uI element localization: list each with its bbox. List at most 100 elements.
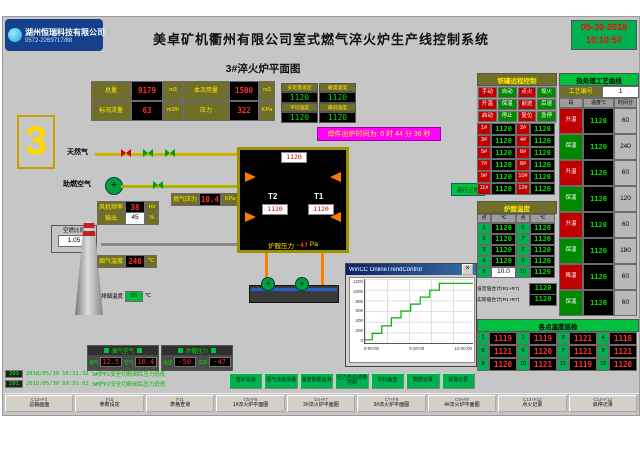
remote-control-button[interactable]: 启动 (478, 111, 497, 122)
burner-flame-icon (330, 172, 341, 182)
actual-total-value: 1120 (529, 294, 557, 306)
temp-patrol-cell: 6 (517, 345, 529, 358)
workpiece-out-time-banner: 焊件出炉时间为: 0 时 44 分 36 秒 (317, 127, 441, 141)
temp-patrol-title: 各点温度巡检 (477, 319, 639, 332)
air-pipe (121, 185, 237, 188)
remote-control-button[interactable]: 点火 (518, 87, 537, 98)
nav-button[interactable]: 温度数据监测 (300, 373, 333, 389)
burner-temp-cell: 1120 (530, 147, 555, 159)
remote-control-button[interactable]: 后退 (537, 99, 556, 110)
hmi-main-screen: 湖州恒瑞科技有限公司 0572-2269717/88 美卓矿机衢州有限公司室式燃… (2, 16, 640, 416)
alarm-date: 2018/05/30 (26, 381, 59, 387)
nav-button[interactable]: 报警记录 (442, 373, 475, 389)
toolbar-button[interactable]: C8+F9 4#淬火炉平面图 (428, 395, 496, 412)
toolbar-button[interactable]: C5+F6 1#淬火炉平面图 (216, 395, 284, 412)
gas-valve-icon[interactable] (143, 149, 153, 157)
nav-button[interactable]: 烟气浓度测量 (264, 373, 297, 389)
indicator-dot-icon (178, 348, 183, 353)
zone-temp-cell: 10 (516, 267, 530, 278)
nav-button[interactable]: 压力自动测量控制 (335, 373, 368, 389)
process-table-cell: 120 (614, 186, 637, 212)
fan-output-unit: % (145, 212, 159, 225)
natural-gas-label: 天然气 (67, 147, 88, 157)
process-head-cell: 段 (559, 98, 583, 108)
alarm-row[interactable]: 203 2018/05/30 10:31:32 3#炉P2安全切断阀后压力低低 (5, 369, 229, 378)
fan-output-input[interactable]: 45 (125, 212, 145, 225)
process-table-cell: 1120 (583, 290, 614, 316)
toolbar-button[interactable]: C13+F12 点火记录 (498, 395, 566, 412)
toolbar-button[interactable]: F11 表格查询 (146, 395, 214, 412)
zone-temp-cell: 9 (516, 256, 530, 267)
remote-control-button[interactable]: 复位 (518, 111, 537, 122)
temp-patrol-cell: 1119 (569, 358, 597, 371)
process-table-cell: 保温 (559, 134, 583, 160)
zone-temp-panel: 炉膛温度 点℃点℃ 111206112021120711203112081120… (477, 201, 557, 278)
remote-control-button[interactable]: 前进 (518, 99, 537, 110)
temp-patrol-cell: 1119 (529, 332, 557, 345)
zone-temp-cell: 1120 (530, 267, 555, 278)
zone-temp-cell: 3 (477, 245, 491, 256)
remote-control-button[interactable]: 急停 (537, 111, 556, 122)
toolbar-button[interactable]: C7+F8 3#淬火炉平面图 (357, 395, 425, 412)
process-table-cell: 降温 (559, 264, 583, 290)
flue-temp-meter: 烟气温度 240 ℃ (97, 255, 157, 266)
remote-control-button[interactable]: 自动 (498, 87, 517, 98)
process-table-cell: 1120 (583, 134, 614, 160)
gas-valve-icon[interactable] (165, 149, 175, 157)
actual-total-label: 实际值合计(R1+R7) (477, 296, 528, 303)
temp-patrol-cell: 3 (557, 332, 569, 345)
remote-control-button[interactable]: 升温 (478, 99, 497, 110)
y-tick-label: 600 (350, 308, 364, 313)
temp-patrol-cell: 4 (597, 332, 609, 345)
remote-control-button[interactable]: 停止 (498, 111, 517, 122)
gas-panel-cell: KPa (259, 101, 275, 121)
gas-panel-cell: 压力 (183, 101, 229, 121)
process-table-cell: 升温 (559, 108, 583, 134)
close-icon[interactable]: × (462, 264, 473, 275)
exhaust-temp-meter: 排烟温度 86 ℃ (101, 291, 151, 301)
circulation-pump-icon[interactable]: + (261, 277, 275, 291)
circulation-pump-icon[interactable]: + (295, 277, 309, 291)
process-curve-panel: 热处理工艺曲线 工艺编号 1 段温度℃时间分 升温112060保温1120240… (559, 73, 639, 317)
remote-control-button[interactable]: 手动 (478, 87, 497, 98)
remote-control-button[interactable]: 保温 (498, 99, 517, 110)
trend-y-axis: 120010008006004002000 (350, 279, 364, 343)
zone-temp-head-cell: 点 (516, 214, 530, 223)
gas-pressure-meter: 燃气压力 10.4 KPa (171, 193, 239, 204)
y-tick-label: 0 (350, 338, 364, 343)
gas-valve-icon[interactable] (121, 149, 131, 157)
zone-temp-cell: 10.0 (491, 267, 516, 278)
air-valve-icon[interactable] (153, 181, 163, 189)
furnace-top-temp: 1120 (281, 152, 307, 163)
gas-panel-cell: 9179 (131, 81, 163, 101)
zone-temp-head-cell: ℃ (530, 214, 555, 223)
zone-temp-cell: 1120 (491, 256, 516, 267)
process-table-cell: 保温 (559, 238, 583, 264)
toolbar-button[interactable]: C13+F2 总貌画面 (5, 395, 73, 412)
thermocouple-t1-value: 1120 (308, 204, 334, 215)
burner-temp-cell: 12# (516, 183, 530, 195)
temp-summary-item: 最高温度 1120 (319, 83, 356, 103)
toolbar-button[interactable]: C14+F12 启停记录 (569, 395, 637, 412)
toolbar-button[interactable]: F10 参数设定 (75, 395, 143, 412)
nav-button[interactable]: 数据记录 (406, 373, 439, 389)
process-table-cell: 60 (614, 108, 637, 134)
burner-temp-cell: 1120 (491, 123, 516, 135)
toolbar-button[interactable]: C6+F7 2#淬火炉平面图 (287, 395, 355, 412)
process-table: 升温112060保温1120240升温112060保温1120120升温1120… (559, 108, 639, 316)
alarm-message: 3#炉P2安全切断阀后压力低低 (92, 370, 166, 378)
burner-temp-cell: 10# (516, 171, 530, 183)
alarm-row[interactable]: 201 2018/05/30 09:31:02 3#炉P2安全切断阀后压力低低 (5, 379, 229, 388)
zone-temp-cell: 1120 (530, 223, 555, 234)
burner-temp-cell: 1120 (491, 171, 516, 183)
remote-control-button[interactable]: 熄火 (537, 87, 556, 98)
nav-button[interactable]: 资料备查 (371, 373, 404, 389)
furnace-number-badge: 3 (17, 115, 55, 169)
burner-temp-cell: 6# (516, 147, 530, 159)
process-number-input[interactable]: 1 (602, 86, 639, 98)
gas-panel-cell: m3 (259, 81, 275, 101)
temp-patrol-cell: 1118 (609, 332, 637, 345)
toolbar-button-label: 总貌画面 (29, 403, 49, 409)
furnace-pressure-readout: 炉膛压力 -47 Pa (240, 239, 346, 250)
nav-button[interactable]: 窑炉总貌 (229, 373, 262, 389)
